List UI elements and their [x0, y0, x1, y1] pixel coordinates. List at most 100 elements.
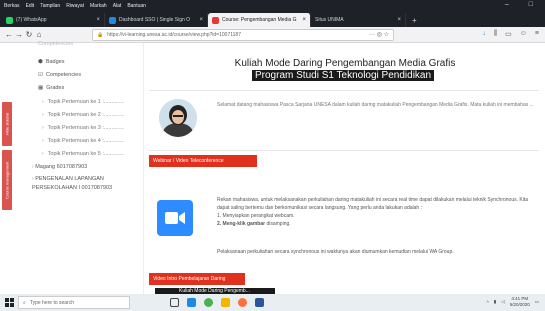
taskbar: ⌕ Type here to search ^ ▮ ◁ 4:41 PM 5/20… [0, 294, 545, 311]
step-2-rest: disamping. [265, 221, 291, 227]
chevron-right-icon: › [42, 138, 44, 144]
taskbar-search[interactable]: ⌕ Type here to search [18, 296, 130, 309]
sidebar-item-partial[interactable]: Competencies [38, 41, 73, 47]
back-icon[interactable]: ← [4, 30, 14, 39]
sidebar-item-pengenalan[interactable]: › PENGENALAN LAPANGAN [32, 176, 104, 182]
menu-history[interactable]: Riwayat [66, 3, 84, 9]
sidebar-item-competencies[interactable]: ☑ Competencies [38, 72, 81, 78]
tab-bar: (7) WhatsApp × Dashboard SSO | Single Si… [0, 12, 545, 27]
step-2-bold: 2. Meng-klik gambar [217, 221, 266, 227]
course-management-tab[interactable]: Course management [2, 150, 12, 210]
search-icon: ⌕ [23, 299, 26, 306]
divider [149, 150, 539, 151]
welcome-text: Selamat datang mahasiswa Pasca Sarjana U… [217, 102, 534, 108]
tab-course[interactable]: Course: Pengembangan Media G × [208, 13, 311, 27]
clock-date: 5/20/2020 [509, 302, 530, 307]
sidebar-item-magang[interactable]: › Magang 6017087903 [32, 164, 87, 170]
volume-icon[interactable]: ◁ [501, 299, 504, 305]
step-1: 1. Menyiapkan perangkat webcam. [217, 213, 295, 219]
navigation-bar: ← → ↻ ⌂ 🔒 https://vi-learning.unesa.ac.i… [0, 27, 545, 43]
minimize-icon[interactable]: – [505, 1, 509, 8]
menu-icon[interactable]: ≡ [535, 30, 539, 38]
course-content: Kuliah Mode Daring Pengembangan Media Gr… [145, 43, 545, 294]
file-explorer-icon[interactable] [221, 298, 230, 307]
chevron-right-icon: › [32, 176, 34, 182]
close-icon[interactable]: × [199, 17, 203, 23]
sidebar-topic-3[interactable]: › Topik Pertemuan ke 3 :............. [42, 125, 124, 131]
zoom-icon[interactable] [157, 200, 193, 236]
tab-label: Dashboard SSO | Single Sign O [119, 17, 191, 23]
dashboard-icon [109, 16, 116, 24]
network-icon[interactable]: ▮ [494, 299, 496, 305]
page-actions[interactable]: ··· ◎ ☆ [369, 31, 389, 38]
chevron-right-icon: › [42, 112, 44, 118]
close-icon[interactable]: × [302, 17, 306, 23]
account-icon[interactable]: ☺ [520, 30, 527, 38]
menu-file[interactable]: Berkas [4, 3, 20, 9]
sidebar-topic-1[interactable]: › Topik Pertemuan ke 1 :............. [42, 99, 124, 105]
sidebar-item-grades[interactable]: ▦ Grades [38, 85, 64, 91]
tab-situs-unima[interactable]: Situs UNIMA × [311, 13, 406, 27]
windows-start-icon[interactable] [0, 294, 18, 311]
edge-icon[interactable] [187, 298, 196, 307]
tab-label: Course: Pengembangan Media G [222, 17, 297, 23]
window-controls: – □ [505, 1, 539, 8]
menu-bookmarks[interactable]: Markah [90, 3, 107, 9]
library-icon[interactable]: ⫼ [494, 30, 497, 38]
firefox-icon[interactable] [238, 298, 247, 307]
toolbar-icons: ↓ ⫼ ▭ ☺ ≡ [482, 30, 539, 38]
course-icon [212, 16, 219, 24]
tab-dashboard-sso[interactable]: Dashboard SSO | Single Sign O × [105, 13, 208, 27]
lecturer-avatar [159, 99, 197, 137]
close-icon[interactable]: × [96, 17, 100, 23]
close-icon[interactable]: × [397, 17, 401, 23]
sidebar-item-persekolahan[interactable]: PERSEKOLAHAN I 0017087903 [32, 185, 112, 191]
sidebar-topic-5[interactable]: › Topik Pertemuan ke 5 :............. [42, 151, 124, 157]
sidebar: Competencies ⬢ Badges ☑ Competencies ▦ G… [12, 41, 144, 294]
camera-icon [165, 212, 185, 224]
search-placeholder: Type here to search [29, 299, 75, 306]
home-icon[interactable]: ⌂ [34, 30, 44, 39]
taskbar-apps [170, 298, 264, 307]
section-label-webinar: Webinar / Video Teleconference [149, 155, 257, 167]
menu-help[interactable]: Bantuan [127, 3, 146, 9]
sidebar-item-badges[interactable]: ⬢ Badges [38, 59, 64, 65]
webinar-paragraph: Rekan mahasiswa, untuk melaksanakan perk… [217, 197, 529, 211]
hide-sidebar-tab[interactable]: Hide sidebar [2, 102, 12, 146]
step-2: 2. Meng-klik gambar disamping. [217, 220, 537, 228]
chevron-right-icon: › [42, 125, 44, 131]
chevron-up-icon[interactable]: ^ [487, 300, 489, 305]
webinar-instructions: Rekan mahasiswa, untuk melaksanakan perk… [217, 196, 537, 228]
sidebar-topic-4[interactable]: › Topik Pertemuan ke 4 :............. [42, 138, 124, 144]
notification-icon[interactable]: ▭ [535, 299, 539, 305]
word-icon[interactable] [255, 298, 264, 307]
badge-icon: ⬢ [38, 59, 43, 65]
reader-icon[interactable]: ▭ [505, 30, 512, 38]
maximize-icon[interactable]: □ [529, 1, 533, 8]
menu-view[interactable]: Tampilan [40, 3, 60, 9]
divider [149, 90, 539, 91]
system-tray: ^ ▮ ◁ 4:41 PM 5/20/2020 ▭ [487, 296, 539, 308]
person-image [159, 99, 197, 137]
webinar-note: Pelaksanaan perkuliahan secara synchrono… [217, 249, 454, 255]
page-title: Kuliah Mode Daring Pengembangan Media Gr… [234, 58, 456, 69]
tab-label: (7) WhatsApp [16, 17, 47, 23]
task-view-icon[interactable] [170, 298, 179, 307]
check-icon: ☑ [38, 72, 43, 78]
clock[interactable]: 4:41 PM 5/20/2020 [510, 296, 530, 308]
new-tab-icon[interactable]: + [412, 16, 417, 27]
chevron-right-icon: › [42, 99, 44, 105]
chevron-right-icon: › [32, 164, 34, 170]
download-icon[interactable]: ↓ [482, 30, 486, 38]
forward-icon[interactable]: → [14, 30, 24, 39]
menu-edit[interactable]: Edit [26, 3, 35, 9]
tab-whatsapp[interactable]: (7) WhatsApp × [2, 13, 105, 27]
whatsapp-icon [6, 16, 13, 24]
reload-icon[interactable]: ↻ [24, 30, 34, 39]
menu-bar: Berkas Edit Tampilan Riwayat Markah Alat… [0, 0, 545, 12]
chrome-icon[interactable] [204, 298, 213, 307]
sidebar-topic-2[interactable]: › Topik Pertemuan ke 2 :............. [42, 112, 124, 118]
page-subtitle: Program Studi S1 Teknologi Pendidikan [252, 70, 435, 81]
menu-tools[interactable]: Alat [113, 3, 122, 9]
url-bar[interactable]: 🔒 https://vi-learning.unesa.ac.id/course… [92, 29, 394, 41]
